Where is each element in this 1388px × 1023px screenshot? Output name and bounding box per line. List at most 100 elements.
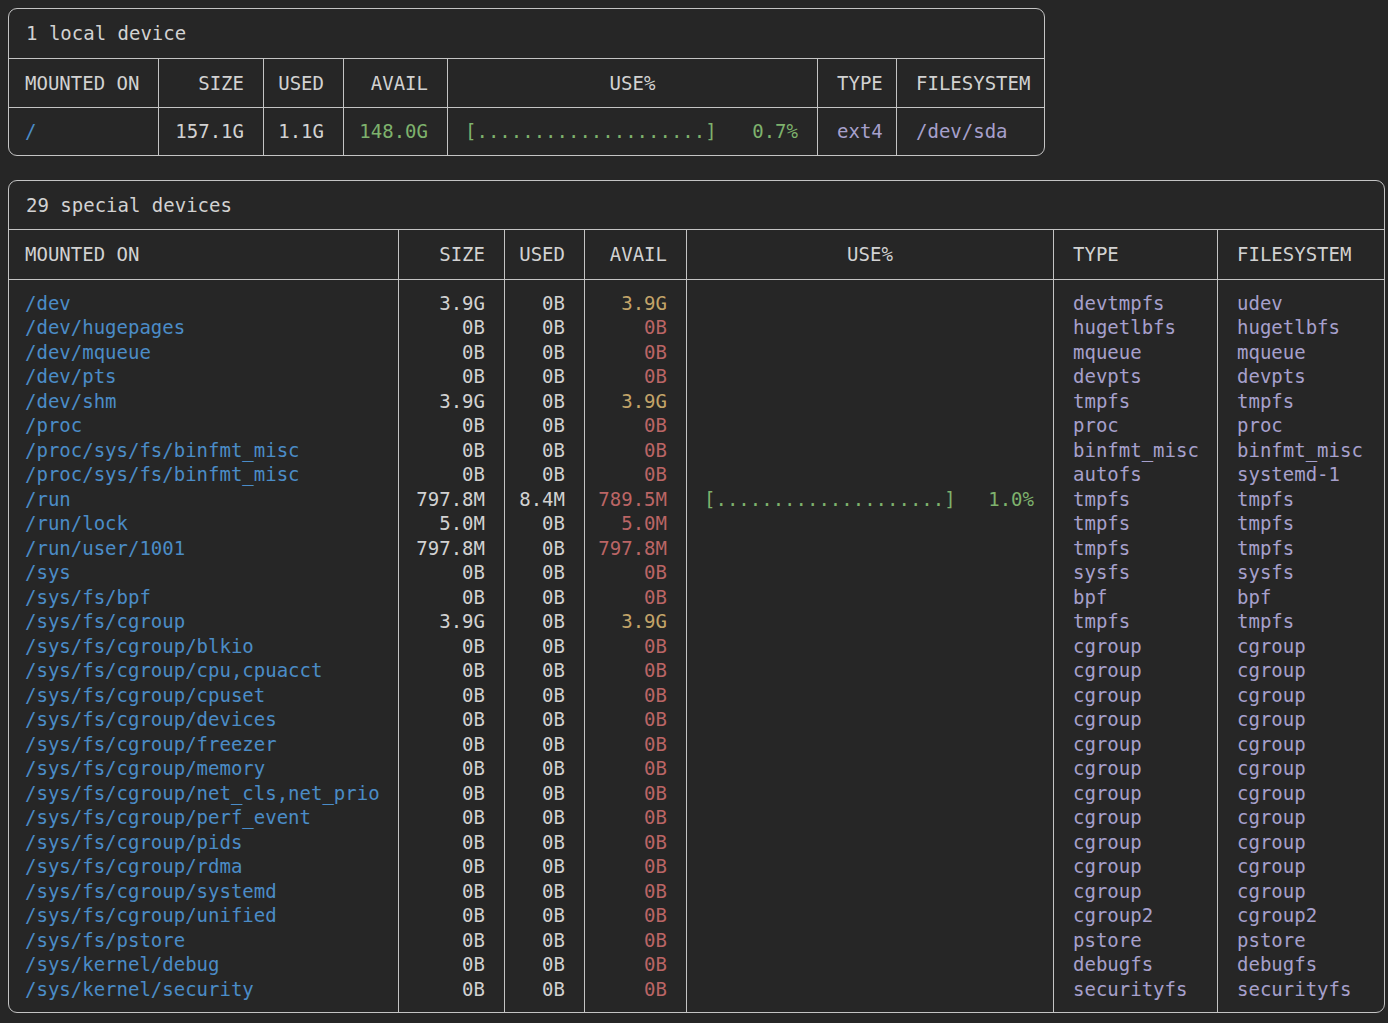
size-cell: 157.1G <box>159 119 263 144</box>
size-cell: 0B <box>399 732 504 757</box>
mount-cell: /sys/fs/cgroup/unified <box>9 903 398 928</box>
use-cell <box>687 511 1053 536</box>
mount-cell: /sys/fs/cgroup/blkio <box>9 634 398 659</box>
avail-cell: 0B <box>585 756 686 781</box>
used-cell: 0B <box>505 438 584 463</box>
use-cell <box>687 781 1053 806</box>
used-cell: 1.1G <box>264 119 343 144</box>
used-cell: 0B <box>505 462 584 487</box>
avail-cell: 0B <box>585 707 686 732</box>
type-cell: securityfs <box>1054 977 1217 1002</box>
fs-cell: cgroup <box>1218 732 1383 757</box>
column-header-mountedon: MOUNTED ON <box>9 59 158 108</box>
type-cell: cgroup <box>1054 732 1217 757</box>
usage-bar: [....................] <box>704 488 956 510</box>
avail-cell: 0B <box>585 438 686 463</box>
use-cell <box>687 928 1053 953</box>
mount-cell: / <box>9 119 158 144</box>
column-header-filesystem: FILESYSTEM <box>1217 230 1383 279</box>
avail-cell: 3.9G <box>585 291 686 316</box>
size-cell: 0B <box>399 658 504 683</box>
fs-cell: cgroup2 <box>1218 903 1383 928</box>
column-type: devtmpfshugetlbfsmqueuedevptstmpfsprocbi… <box>1053 280 1217 1013</box>
used-cell: 0B <box>505 413 584 438</box>
use-cell <box>687 438 1053 463</box>
fs-cell: tmpfs <box>1218 609 1383 634</box>
column-header-use: USE% <box>447 59 817 108</box>
used-cell: 0B <box>505 879 584 904</box>
use-cell <box>687 389 1053 414</box>
use-cell <box>687 903 1053 928</box>
size-cell: 0B <box>399 903 504 928</box>
mount-cell: /run/user/1001 <box>9 536 398 561</box>
column-fs: udevhugetlbfsmqueuedevptstmpfsprocbinfmt… <box>1217 280 1383 1013</box>
use-cell <box>687 707 1053 732</box>
use-cell <box>687 413 1053 438</box>
column-header-avail: AVAIL <box>343 59 447 108</box>
type-cell: sysfs <box>1054 560 1217 585</box>
avail-cell: 3.9G <box>585 609 686 634</box>
local-devices-table: 1 local device MOUNTED ONSIZEUSEDAVAILUS… <box>8 8 1045 156</box>
avail-cell: 0B <box>585 977 686 1002</box>
size-cell: 0B <box>399 560 504 585</box>
fs-cell: tmpfs <box>1218 536 1383 561</box>
used-cell: 0B <box>505 560 584 585</box>
used-cell: 0B <box>505 830 584 855</box>
terminal-output: 1 local device MOUNTED ONSIZEUSEDAVAILUS… <box>0 0 1388 1021</box>
use-cell <box>687 756 1053 781</box>
use-cell: [....................] 1.0% <box>687 487 1053 512</box>
usage-percent: 1.0% <box>988 488 1034 510</box>
avail-cell: 0B <box>585 585 686 610</box>
size-cell: 0B <box>399 413 504 438</box>
special-devices-title: 29 special devices <box>9 181 1384 231</box>
column-header-size: SIZE <box>398 230 504 279</box>
use-cell <box>687 805 1053 830</box>
fs-cell: tmpfs <box>1218 487 1383 512</box>
used-cell: 0B <box>505 364 584 389</box>
used-cell: 8.4M <box>505 487 584 512</box>
use-cell <box>687 854 1053 879</box>
avail-cell: 0B <box>585 879 686 904</box>
used-cell: 0B <box>505 609 584 634</box>
size-cell: 3.9G <box>399 291 504 316</box>
avail-cell: 0B <box>585 903 686 928</box>
size-cell: 0B <box>399 854 504 879</box>
column-header-type: TYPE <box>817 59 896 108</box>
size-cell: 797.8M <box>399 487 504 512</box>
column-use: [....................] 1.0% <box>686 280 1053 1013</box>
fs-cell: cgroup <box>1218 634 1383 659</box>
type-cell: cgroup <box>1054 879 1217 904</box>
used-cell: 0B <box>505 903 584 928</box>
used-cell: 0B <box>505 952 584 977</box>
fs-cell: tmpfs <box>1218 511 1383 536</box>
avail-cell: 0B <box>585 560 686 585</box>
type-cell: bpf <box>1054 585 1217 610</box>
fs-cell: debugfs <box>1218 952 1383 977</box>
mount-cell: /sys/fs/cgroup/pids <box>9 830 398 855</box>
avail-cell: 148.0G <box>344 119 447 144</box>
use-cell <box>687 585 1053 610</box>
mount-cell: /sys/fs/pstore <box>9 928 398 953</box>
use-cell <box>687 658 1053 683</box>
size-cell: 3.9G <box>399 609 504 634</box>
column-header-avail: AVAIL <box>584 230 686 279</box>
avail-cell: 0B <box>585 462 686 487</box>
fs-cell: udev <box>1218 291 1383 316</box>
type-cell: mqueue <box>1054 340 1217 365</box>
mount-cell: /dev/shm <box>9 389 398 414</box>
mount-cell: /sys/kernel/debug <box>9 952 398 977</box>
fs-cell: hugetlbfs <box>1218 315 1383 340</box>
type-cell: cgroup2 <box>1054 903 1217 928</box>
used-cell: 0B <box>505 585 584 610</box>
type-cell: tmpfs <box>1054 487 1217 512</box>
used-cell: 0B <box>505 854 584 879</box>
column-mount: / <box>9 108 158 155</box>
type-cell: cgroup <box>1054 854 1217 879</box>
type-cell: cgroup <box>1054 634 1217 659</box>
mount-cell: /sys/fs/cgroup/net_cls,net_prio <box>9 781 398 806</box>
used-cell: 0B <box>505 977 584 1002</box>
type-cell: cgroup <box>1054 707 1217 732</box>
column-used: 1.1G <box>263 108 343 155</box>
size-cell: 0B <box>399 585 504 610</box>
table-title: 29 special devices <box>26 194 232 216</box>
